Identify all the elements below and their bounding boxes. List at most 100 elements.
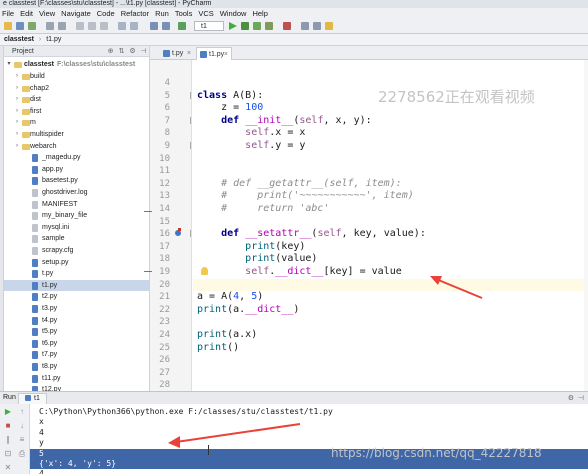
cut-icon[interactable] bbox=[76, 22, 84, 30]
tree-file[interactable]: t4.py bbox=[4, 315, 149, 327]
run-console[interactable]: C:\Python\Python366\python.exe F:/classe… bbox=[30, 404, 588, 474]
menu-item-file[interactable]: File bbox=[0, 8, 18, 19]
console-line[interactable]: 4 bbox=[39, 469, 44, 474]
chevron-right-icon[interactable]: › bbox=[14, 71, 20, 83]
chevron-right-icon[interactable]: › bbox=[14, 117, 20, 129]
stop-icon[interactable]: ■ bbox=[4, 422, 12, 430]
menu-item-edit[interactable]: Edit bbox=[18, 8, 37, 19]
tree-root[interactable]: ▾ classtest F:\classes\stu\classtest bbox=[4, 59, 149, 71]
forward-icon[interactable] bbox=[162, 22, 170, 30]
tree-folder[interactable]: › m bbox=[4, 117, 149, 129]
menu-item-tools[interactable]: Tools bbox=[173, 8, 197, 19]
menu-item-run[interactable]: Run bbox=[153, 8, 173, 19]
code-line[interactable]: print(a.__dict__) bbox=[197, 304, 299, 317]
replace-icon[interactable] bbox=[130, 22, 138, 30]
fold-marker-icon[interactable] bbox=[190, 117, 191, 124]
run-configuration-select[interactable]: t1 bbox=[194, 21, 224, 31]
code-line[interactable]: self.__dict__[key] = value bbox=[197, 266, 402, 279]
find-icon[interactable] bbox=[118, 22, 126, 30]
code-line[interactable]: self.y = y bbox=[197, 140, 305, 153]
tree-file[interactable]: t3.py bbox=[4, 303, 149, 315]
help-icon[interactable] bbox=[325, 22, 333, 30]
tree-folder[interactable]: › first bbox=[4, 106, 149, 118]
globe-icon[interactable]: ⊕ bbox=[107, 48, 114, 55]
chevron-right-icon[interactable]: › bbox=[14, 106, 20, 118]
back-icon[interactable] bbox=[150, 22, 158, 30]
menu-item-help[interactable]: Help bbox=[250, 8, 271, 19]
code-line[interactable]: print(key) bbox=[197, 241, 305, 254]
tree-file[interactable]: scrapy.cfg bbox=[4, 245, 149, 257]
project-panel-header[interactable]: Project ⊕ ⇅ ⚙ ⊣ bbox=[4, 46, 149, 57]
chevron-right-icon[interactable]: › bbox=[14, 83, 20, 95]
console-line[interactable]: 4 bbox=[39, 428, 44, 438]
code-line[interactable]: a = A(4, 5) bbox=[197, 291, 263, 304]
tree-file[interactable]: sample bbox=[4, 233, 149, 245]
tree-file[interactable]: ghostdriver.log bbox=[4, 187, 149, 199]
tree-folder[interactable]: › multispider bbox=[4, 129, 149, 141]
fold-marker-icon[interactable] bbox=[190, 230, 191, 237]
sync-icon[interactable] bbox=[28, 22, 36, 30]
menu-item-code[interactable]: Code bbox=[95, 8, 119, 19]
chevron-right-icon[interactable]: › bbox=[14, 141, 20, 153]
tree-folder[interactable]: › webarch bbox=[4, 141, 149, 153]
debug-icon[interactable] bbox=[241, 22, 249, 30]
scroll-up-icon[interactable]: ↑ bbox=[18, 408, 26, 416]
code-line[interactable]: print(value) bbox=[197, 253, 317, 266]
settings-icon[interactable] bbox=[301, 22, 309, 30]
tree-file[interactable]: basetest.py bbox=[4, 175, 149, 187]
coverage-icon[interactable] bbox=[253, 22, 261, 30]
save-icon[interactable] bbox=[16, 22, 24, 30]
tree-file[interactable]: mysql.ini bbox=[4, 222, 149, 234]
copy-icon[interactable] bbox=[88, 22, 96, 30]
tree-file[interactable]: t1.py bbox=[4, 279, 149, 292]
tree-file[interactable]: t6.py bbox=[4, 338, 149, 350]
paste-icon[interactable] bbox=[100, 22, 108, 30]
run-icon[interactable] bbox=[229, 22, 237, 30]
console-line[interactable]: y bbox=[39, 438, 44, 448]
console-line[interactable]: x bbox=[39, 417, 44, 427]
code-line[interactable]: def __setattr__(self, key, value): bbox=[197, 228, 426, 241]
code-line[interactable] bbox=[193, 278, 588, 292]
lightbulb-icon[interactable] bbox=[201, 267, 208, 275]
tree-file[interactable]: t2.py bbox=[4, 291, 149, 303]
pause-icon[interactable]: ∥ bbox=[4, 436, 12, 444]
menu-item-view[interactable]: View bbox=[37, 8, 59, 19]
collapse-icon[interactable]: ⇅ bbox=[118, 48, 125, 55]
code-line[interactable]: print() bbox=[197, 342, 239, 355]
close-icon[interactable]: × bbox=[187, 47, 191, 60]
open-folder-icon[interactable] bbox=[4, 22, 12, 30]
menu-item-window[interactable]: Window bbox=[218, 8, 251, 19]
tree-file[interactable]: _magedu.py bbox=[4, 152, 149, 164]
tab-t1-py[interactable]: t1.py × bbox=[196, 47, 232, 60]
code-line[interactable]: print(a.x) bbox=[197, 329, 257, 342]
code-line[interactable]: class A(B): bbox=[197, 90, 263, 103]
code-line[interactable]: def __init__(self, x, y): bbox=[197, 115, 372, 128]
chevron-down-icon[interactable]: ▾ bbox=[6, 59, 12, 71]
tree-file[interactable]: app.py bbox=[4, 164, 149, 176]
scroll-down-icon[interactable]: ↓ bbox=[18, 422, 26, 430]
menu-item-navigate[interactable]: Navigate bbox=[59, 8, 95, 19]
profile-icon[interactable] bbox=[265, 22, 273, 30]
gear-icon[interactable]: ⚙ bbox=[129, 48, 136, 55]
pin-icon[interactable]: ⊡ bbox=[4, 450, 12, 458]
tree-file[interactable]: t12.py bbox=[4, 384, 149, 391]
soft-wrap-icon[interactable]: ≡ bbox=[18, 436, 26, 444]
trash-icon[interactable]: ✕ bbox=[4, 464, 12, 472]
code-line[interactable]: # return 'abc' bbox=[197, 203, 329, 216]
tree-file[interactable]: t.py bbox=[4, 268, 149, 280]
print-icon[interactable]: ⎙ bbox=[18, 450, 26, 458]
tree-file[interactable]: MANIFEST bbox=[4, 199, 149, 211]
code-line[interactable]: self.x = x bbox=[197, 127, 305, 140]
tab-t-py[interactable]: t.py × bbox=[160, 47, 194, 60]
tree-folder[interactable]: › chap2 bbox=[4, 83, 149, 95]
fold-marker-icon[interactable] bbox=[190, 92, 191, 99]
tree-folder[interactable]: › dist bbox=[4, 94, 149, 106]
tree-file[interactable]: t11.py bbox=[4, 373, 149, 385]
code-line[interactable]: z = 100 bbox=[197, 102, 263, 115]
menu-item-vcs[interactable]: VCS bbox=[196, 8, 217, 19]
structure-icon[interactable] bbox=[313, 22, 321, 30]
tree-file[interactable]: t5.py bbox=[4, 326, 149, 338]
chevron-right-icon[interactable]: › bbox=[14, 129, 20, 141]
tree-folder[interactable]: › build bbox=[4, 71, 149, 83]
code-editor[interactable]: class A(B): z = 100 def __init__(self, x… bbox=[193, 60, 588, 391]
